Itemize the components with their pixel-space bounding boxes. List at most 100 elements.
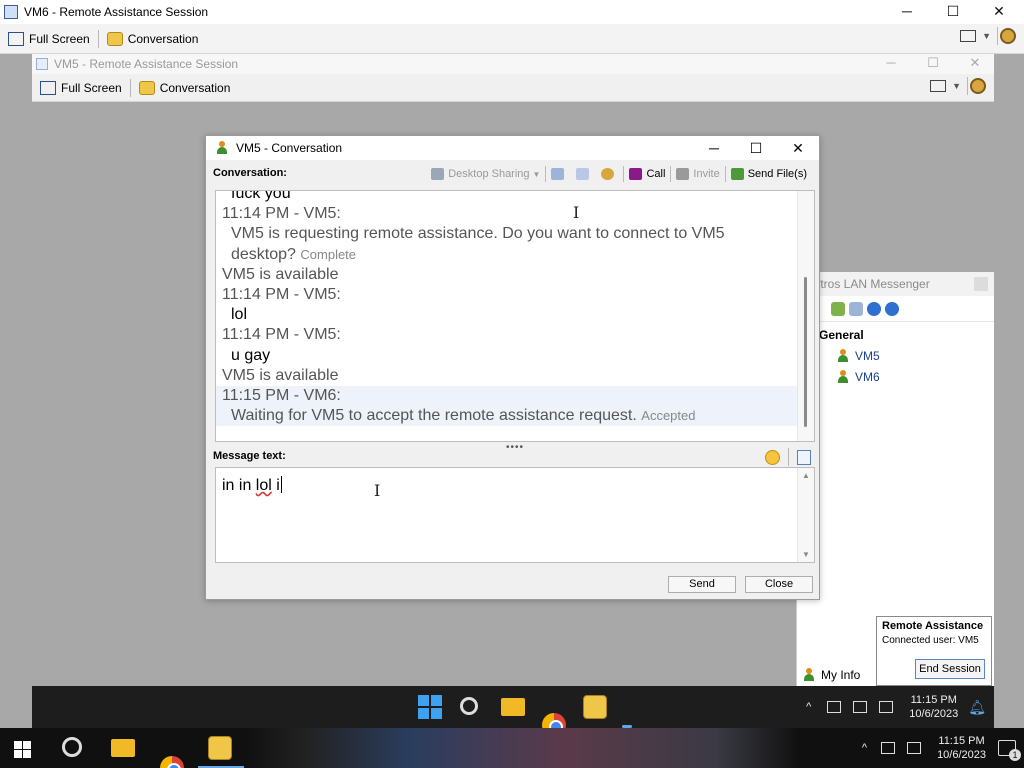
my-info-button[interactable]: My Info bbox=[803, 668, 860, 682]
network-icon[interactable] bbox=[853, 701, 868, 713]
text-caret bbox=[280, 476, 282, 493]
call-label: Call bbox=[646, 168, 666, 180]
add-contact-icon[interactable] bbox=[831, 301, 845, 316]
inner-conversation-button[interactable]: Conversation bbox=[131, 76, 239, 100]
user-vm6[interactable]: VM6 bbox=[837, 370, 880, 384]
desktop-sharing-button[interactable]: Desktop Sharing ▼ bbox=[427, 164, 544, 184]
user-vm5[interactable]: VM5 bbox=[837, 349, 880, 363]
chevron-up-icon[interactable]: ^ bbox=[806, 701, 811, 713]
desktop-sharing-label: Desktop Sharing bbox=[448, 168, 530, 180]
send-button[interactable]: Send bbox=[668, 576, 736, 593]
message-input-text[interactable]: in in lol i bbox=[222, 476, 282, 495]
message-input[interactable]: in in lol i ▲ ▼ bbox=[215, 467, 815, 563]
conv-minimize-button[interactable]: ─ bbox=[693, 136, 735, 160]
chevron-up-icon[interactable]: ^ bbox=[862, 742, 867, 754]
clock-time: 11:15 PM bbox=[938, 735, 985, 747]
system-message: desktop? Complete bbox=[216, 245, 798, 265]
message-text: lol bbox=[231, 306, 248, 324]
windows-start-icon[interactable] bbox=[418, 695, 442, 719]
splitter-handle[interactable]: •••• bbox=[506, 442, 524, 453]
inner-close-button[interactable]: ✕ bbox=[954, 55, 996, 71]
help-icon[interactable] bbox=[867, 301, 881, 316]
gear-icon[interactable] bbox=[970, 78, 986, 94]
search-icon[interactable] bbox=[460, 697, 478, 715]
inner-full-screen-button[interactable]: Full Screen bbox=[32, 76, 130, 100]
conversation-button[interactable]: Conversation bbox=[99, 27, 207, 51]
font-settings-icon[interactable] bbox=[797, 449, 811, 465]
remote-assistance-icon bbox=[4, 5, 18, 19]
outer-window-controls: ─ ☐ ✕ bbox=[884, 0, 1022, 24]
close-button[interactable]: ✕ bbox=[976, 0, 1022, 24]
chevron-down-icon[interactable]: ▼ bbox=[982, 31, 991, 41]
action-center-icon[interactable]: 1 bbox=[998, 740, 1021, 761]
scroll-down-arrow-icon[interactable]: ▼ bbox=[802, 550, 810, 559]
notification-count-badge: 1 bbox=[1009, 749, 1021, 761]
outer-clock[interactable]: 11:15 PM 10/6/2023 bbox=[937, 734, 986, 762]
maximize-button[interactable]: ☐ bbox=[930, 0, 976, 24]
conv-maximize-button[interactable]: ☐ bbox=[735, 136, 777, 160]
invite-button[interactable]: Invite bbox=[672, 164, 723, 184]
chrome-icon[interactable] bbox=[160, 756, 184, 768]
scroll-up-arrow-icon[interactable]: ▲ bbox=[802, 471, 810, 480]
full-screen-label: Full Screen bbox=[61, 80, 122, 95]
inner-window-controls: ─ ☐ ✕ bbox=[870, 55, 996, 71]
history-button[interactable] bbox=[547, 164, 572, 184]
gear-icon[interactable] bbox=[1000, 28, 1016, 44]
inner-minimize-button[interactable]: ─ bbox=[870, 55, 912, 71]
conversation-label: Conversation bbox=[127, 31, 199, 46]
full-screen-button[interactable]: Full Screen bbox=[0, 27, 98, 51]
chevron-down-icon[interactable]: ▼ bbox=[952, 81, 961, 91]
lan-messenger-icon[interactable] bbox=[208, 736, 232, 760]
conversation-history[interactable]: fuck you 11:14 PM - VM5: VM5 is requesti… bbox=[215, 190, 815, 442]
conv-close-button[interactable]: ✕ bbox=[777, 136, 819, 160]
windows-start-icon[interactable] bbox=[14, 741, 31, 758]
minimize-button[interactable]: ─ bbox=[884, 0, 930, 24]
outer-toolbar: Full Screen Conversation ▼ bbox=[0, 24, 1024, 54]
info-icon[interactable] bbox=[885, 301, 899, 316]
emoticon-icon[interactable] bbox=[765, 449, 780, 465]
call-button[interactable]: Call bbox=[625, 164, 669, 184]
toolbar-separator bbox=[724, 166, 726, 182]
outer-taskbar: ^ 11:15 PM 10/6/2023 1 bbox=[0, 728, 1024, 768]
display-icon[interactable] bbox=[930, 80, 947, 92]
network-icon[interactable] bbox=[881, 742, 896, 754]
toolbar-separator bbox=[623, 166, 625, 182]
conversation-tools: Desktop Sharing ▼ Call Invite Send File(… bbox=[427, 164, 811, 184]
desktop-sharing-icon bbox=[431, 168, 445, 180]
invite-label: Invite bbox=[693, 168, 720, 180]
transfers-button[interactable] bbox=[572, 164, 597, 184]
file-explorer-icon[interactable] bbox=[501, 698, 525, 716]
input-scrollbar[interactable]: ▲ ▼ bbox=[797, 468, 814, 562]
cloud-icon[interactable] bbox=[827, 701, 842, 713]
volume-icon[interactable] bbox=[879, 701, 894, 713]
close-icon[interactable] bbox=[974, 277, 988, 291]
message-header: 11:14 PM - VM5: bbox=[222, 286, 341, 304]
close-button[interactable]: Close bbox=[745, 576, 813, 593]
clock-date: 10/6/2023 bbox=[937, 749, 986, 761]
scrollbar-thumb[interactable] bbox=[804, 277, 807, 427]
volume-muted-icon[interactable] bbox=[907, 742, 922, 754]
end-session-button[interactable]: End Session bbox=[915, 659, 985, 679]
status-message: VM5 is available bbox=[222, 265, 339, 283]
history-icon[interactable] bbox=[849, 301, 863, 316]
inner-taskbar: ^ 11:15 PM 10/6/2023 🔔︎ bbox=[32, 686, 994, 737]
group-general[interactable]: General bbox=[819, 328, 864, 342]
message-tools bbox=[765, 448, 811, 466]
notification-bell-icon[interactable]: 🔔︎ bbox=[968, 699, 986, 716]
remote-assistance-panel: Remote Assistance Connected user: VM5 En… bbox=[876, 616, 992, 686]
system-message-text: desktop? bbox=[231, 245, 296, 263]
lan-messenger-icon[interactable] bbox=[583, 695, 607, 719]
send-files-button[interactable]: Send File(s) bbox=[727, 164, 811, 184]
conversation-window-controls: ─ ☐ ✕ bbox=[693, 136, 819, 160]
remote-assist-button[interactable] bbox=[597, 164, 622, 184]
display-icon[interactable] bbox=[960, 30, 977, 42]
inner-clock[interactable]: 11:15 PM 10/6/2023 bbox=[909, 693, 958, 721]
history-scrollbar[interactable] bbox=[797, 191, 814, 441]
search-icon[interactable] bbox=[62, 737, 82, 757]
outer-toolbar-right: ▼ bbox=[956, 27, 1018, 45]
inner-maximize-button[interactable]: ☐ bbox=[912, 55, 954, 71]
full-screen-label: Full Screen bbox=[29, 31, 90, 46]
file-explorer-icon[interactable] bbox=[111, 739, 135, 757]
inner-system-tray: ^ 11:15 PM 10/6/2023 🔔︎ bbox=[806, 686, 986, 728]
conversation-title-bar: VM5 - Conversation ─ ☐ ✕ bbox=[206, 136, 819, 160]
